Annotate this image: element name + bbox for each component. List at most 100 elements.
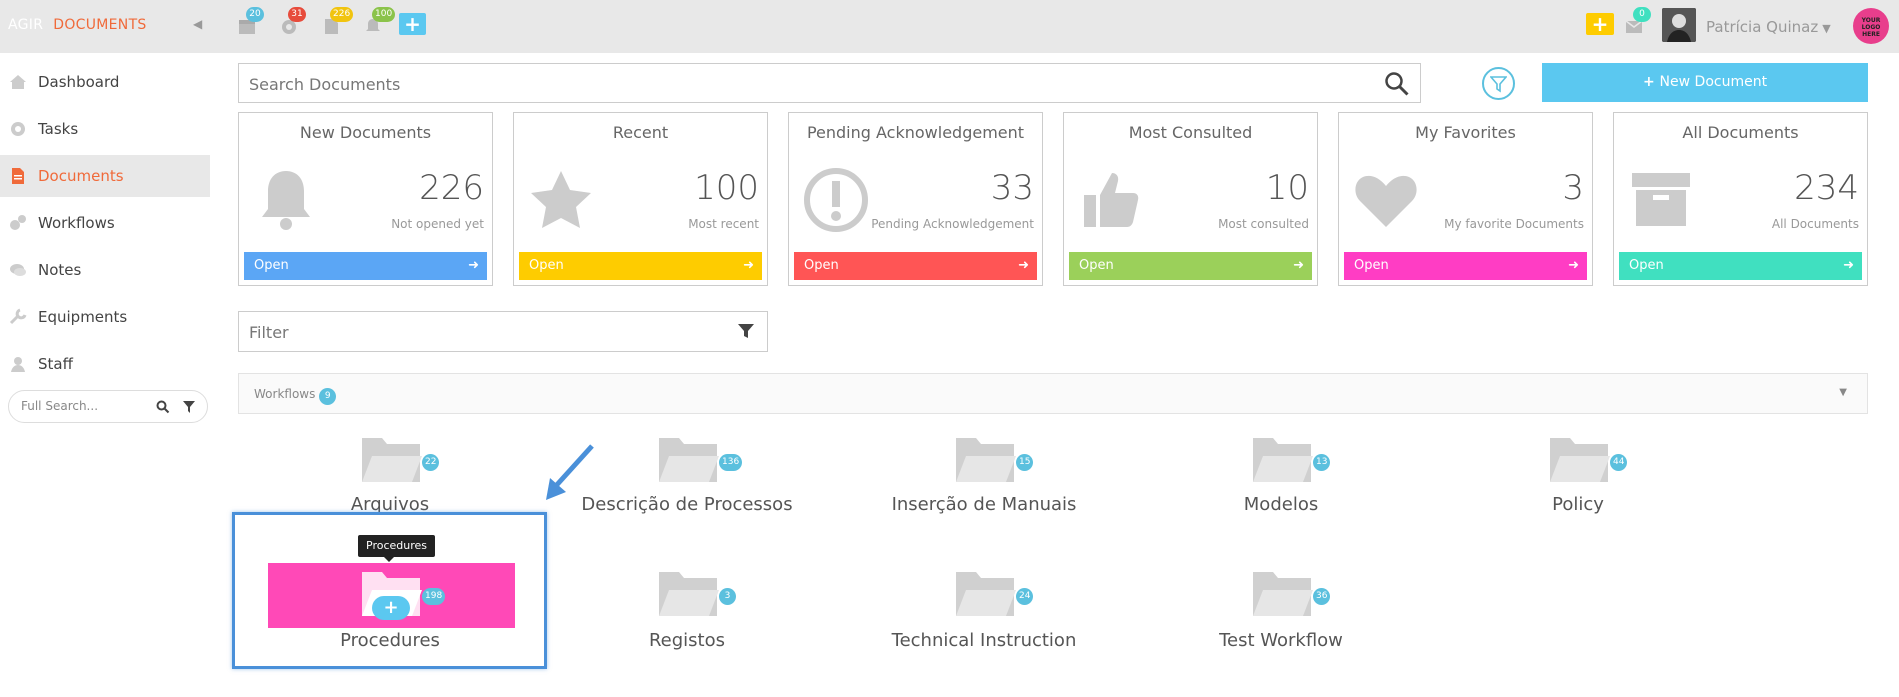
user-name: Patrícia Quinaz <box>1706 18 1819 36</box>
sidebar-item-notes[interactable]: Notes <box>0 249 210 291</box>
tasks-badge: 31 <box>288 7 306 22</box>
avatar[interactable] <box>1662 8 1696 42</box>
card-value: 226 <box>419 168 484 208</box>
thumbs-up-icon <box>1084 173 1139 227</box>
folder-count-badge: 24 <box>1016 588 1034 605</box>
workflows-title: Workflows <box>254 387 316 401</box>
collapse-sidebar-icon[interactable]: ◀ <box>193 17 202 31</box>
add-button[interactable]: + <box>399 13 426 35</box>
archive-icon <box>1632 173 1690 226</box>
user-menu[interactable]: Patrícia Quinaz ▼ <box>1706 18 1831 36</box>
sidebar-item-label: Notes <box>38 261 82 279</box>
chevron-down-icon[interactable]: ▼ <box>1839 387 1847 398</box>
card-value: 234 <box>1794 168 1859 208</box>
sidebar-item-label: Dashboard <box>38 73 120 91</box>
folder-icon <box>659 438 719 482</box>
folder-procedures[interactable]: + 198 Procedures <box>240 568 540 678</box>
card-title: New Documents <box>299 123 432 142</box>
calendar-badge: 20 <box>246 7 264 22</box>
open-button[interactable]: Open ➜ <box>1619 252 1862 280</box>
folder-label: Modelos <box>1243 494 1319 515</box>
open-button[interactable]: Open ➜ <box>794 252 1037 280</box>
sidebar-item-equipments[interactable]: Equipments <box>0 296 210 338</box>
brand[interactable]: AGIR DOCUMENTS <box>8 17 147 33</box>
sidebar-item-label: Workflows <box>38 214 115 232</box>
filter-icon <box>1490 76 1507 93</box>
heart-icon <box>1355 175 1417 227</box>
folder-technical-instruction[interactable]: 24 Technical Instruction <box>834 568 1134 678</box>
folder-count-badge: 3 <box>719 588 736 605</box>
search-icon[interactable] <box>156 400 170 414</box>
folder-count-badge: 198 <box>422 588 446 605</box>
quick-add-button[interactable]: + <box>1586 13 1614 35</box>
star-icon <box>531 171 591 228</box>
card-title: My Favorites <box>1415 123 1516 142</box>
workflows-header[interactable]: Workflows 9 ▼ <box>238 373 1868 414</box>
chevron-down-icon: ▼ <box>1822 22 1831 35</box>
card-my-favorites: My Favorites 3 My favorite Documents Ope… <box>1338 112 1593 286</box>
folder-test-workflow[interactable]: 36 Test Workflow <box>1131 568 1431 678</box>
add-document-button[interactable]: + <box>372 596 410 620</box>
folder-modelos[interactable]: 13 Modelos <box>1131 434 1431 544</box>
folder-icon <box>1253 438 1313 482</box>
card-recent: Recent 100 Most recent Open ➜ <box>513 112 768 286</box>
open-label: Open <box>254 258 289 273</box>
card-subtitle: Not opened yet <box>391 217 484 231</box>
exclamation-icon <box>804 168 868 232</box>
filter-icon[interactable] <box>182 400 196 414</box>
card-title: Most Consulted <box>1128 123 1253 142</box>
sidebar-item-workflows[interactable]: Workflows <box>0 202 210 244</box>
new-document-label: New Document <box>1659 74 1768 90</box>
bell-icon[interactable]: 100 <box>363 7 396 36</box>
company-logo: YOUR LOGO HERE <box>1853 8 1889 44</box>
full-search-input[interactable]: Full Search... <box>8 390 208 423</box>
search-documents-input[interactable]: Search Documents <box>238 63 1421 103</box>
open-button[interactable]: Open ➜ <box>1069 252 1312 280</box>
open-label: Open <box>1079 258 1114 273</box>
card-value: 100 <box>694 168 759 208</box>
folder-count-badge: 22 <box>422 454 440 471</box>
sidebar-item-dashboard[interactable]: Dashboard <box>0 61 210 103</box>
documents-badge: 226 <box>330 7 354 22</box>
brand-section: DOCUMENTS <box>53 17 147 33</box>
advanced-filter-button[interactable] <box>1482 67 1515 100</box>
annotation-arrow <box>546 444 594 500</box>
gear-icon[interactable]: 31 <box>279 7 306 36</box>
folder-policy[interactable]: 44 Policy <box>1428 434 1728 544</box>
card-subtitle: Most consulted <box>1218 217 1309 231</box>
card-all-documents: All Documents 234 All Documents Open ➜ <box>1613 112 1868 286</box>
gear-icon <box>11 122 25 136</box>
open-label: Open <box>804 258 839 273</box>
document-icon[interactable]: 226 <box>321 7 354 36</box>
sidebar-item-documents[interactable]: Documents <box>0 155 210 197</box>
card-value: 33 <box>990 168 1034 208</box>
sidebar-item-staff[interactable]: Staff <box>0 343 210 385</box>
mail-icon[interactable]: 0 <box>1624 7 1651 36</box>
card-title: All Documents <box>1682 123 1799 142</box>
filter-input[interactable]: Filter <box>238 311 768 352</box>
new-document-button[interactable]: + New Document <box>1542 63 1868 102</box>
wrench-icon <box>9 308 27 325</box>
folder-label: Policy <box>1552 494 1604 515</box>
folder-insercao-de-manuais[interactable]: 15 Inserção de Manuais <box>834 434 1134 544</box>
sidebar-item-tasks[interactable]: Tasks <box>0 108 210 150</box>
open-button[interactable]: Open ➜ <box>519 252 762 280</box>
notifications-badge: 100 <box>372 7 396 22</box>
card-value: 3 <box>1562 168 1584 208</box>
folder-label: Procedures <box>340 630 440 651</box>
folder-icon <box>659 572 719 616</box>
card-subtitle: Pending Acknowledgement <box>871 217 1034 231</box>
open-button[interactable]: Open ➜ <box>1344 252 1587 280</box>
folder-count-badge: 13 <box>1313 454 1331 471</box>
open-label: Open <box>1629 258 1664 273</box>
folder-registos[interactable]: 3 Registos <box>537 568 837 678</box>
filter-placeholder: Filter <box>249 323 289 342</box>
open-button[interactable]: Open ➜ <box>244 252 487 280</box>
comments-icon <box>10 264 26 276</box>
card-subtitle: Most recent <box>688 217 759 231</box>
plus-icon: + <box>1642 74 1660 90</box>
search-icon[interactable] <box>1384 71 1410 97</box>
arrow-right-icon: ➜ <box>1568 258 1579 273</box>
filter-icon[interactable] <box>737 322 755 340</box>
calendar-icon[interactable]: 20 <box>237 7 264 36</box>
